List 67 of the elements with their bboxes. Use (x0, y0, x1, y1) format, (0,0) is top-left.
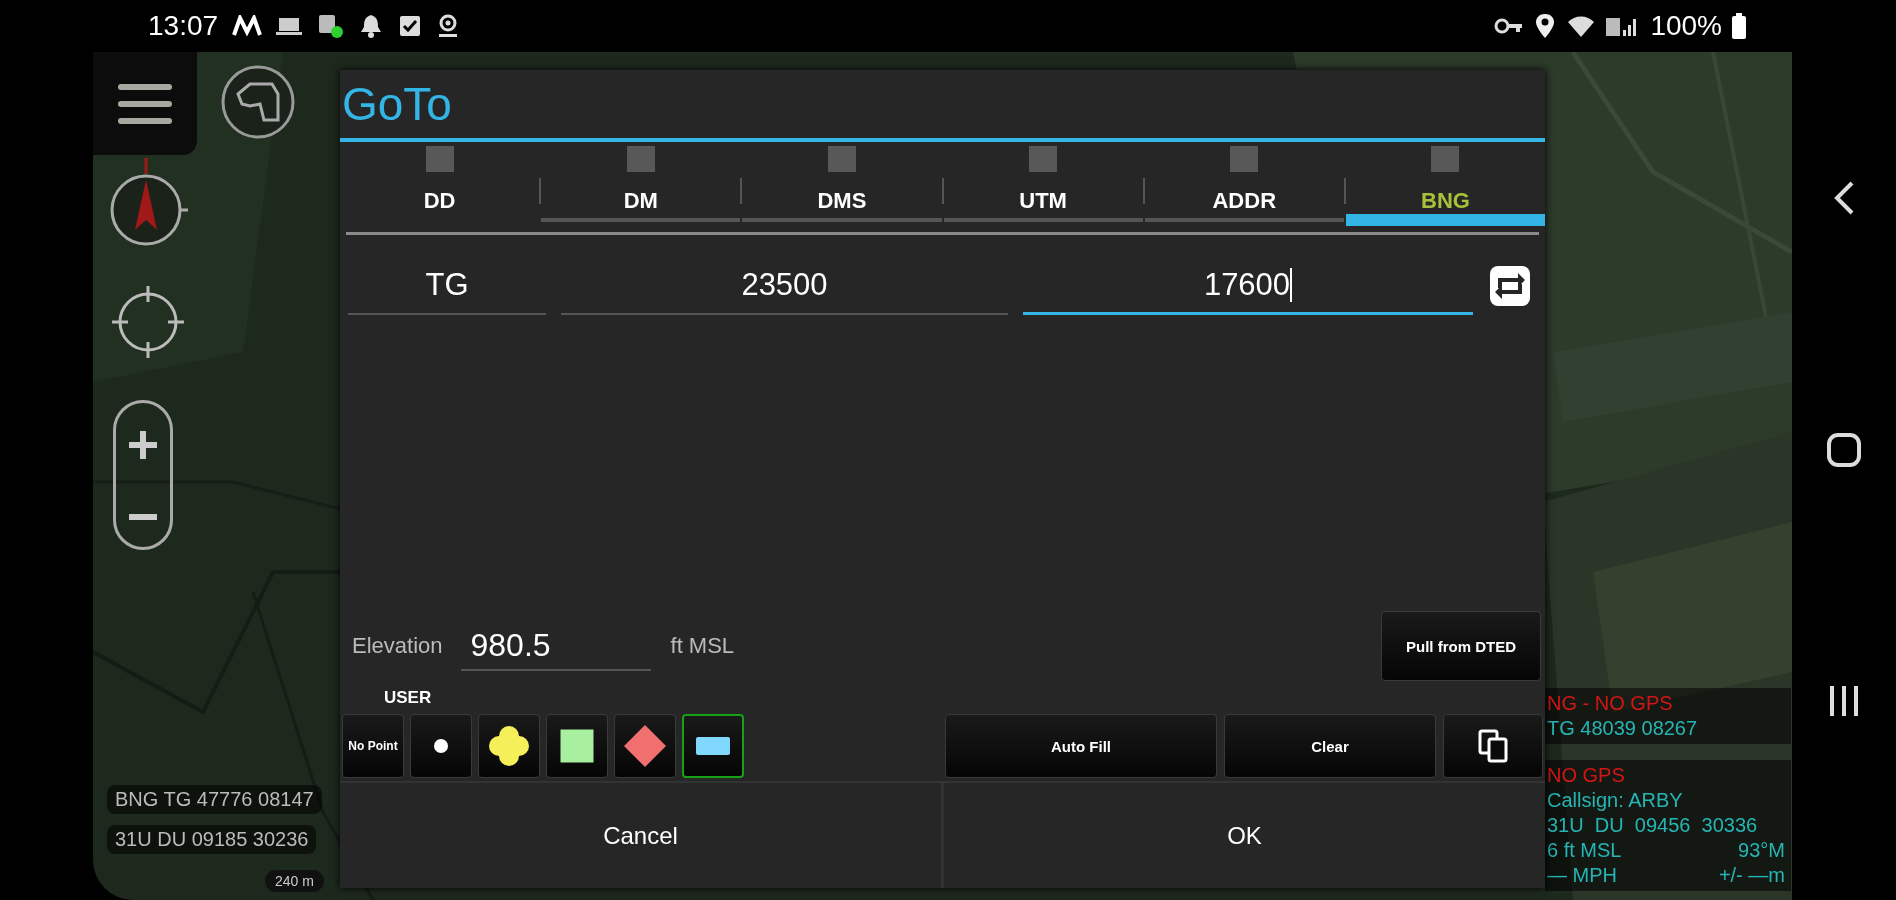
checkbox-icon (398, 14, 423, 38)
input-field[interactable]: TG (348, 257, 546, 315)
unit-label: ft MSL (670, 633, 735, 659)
grid-coordinate: TG 48039 08267 (1547, 717, 1699, 740)
location-icon (1534, 13, 1557, 39)
copy-icon (1478, 729, 1508, 763)
device-icon (316, 13, 345, 39)
marker-button[interactable] (614, 714, 676, 778)
tab[interactable]: DMS (742, 142, 942, 226)
menu-button[interactable] (93, 52, 197, 155)
marker-button[interactable] (410, 714, 472, 778)
battery-icon (1732, 13, 1746, 39)
tab[interactable]: BNG (1345, 142, 1546, 226)
marker-button[interactable] (546, 714, 608, 778)
recents-icon[interactable] (1828, 684, 1860, 718)
status-time: 13:07 (148, 10, 219, 42)
key-icon (1494, 16, 1525, 36)
gps-status: NG - NO GPS (1547, 692, 1674, 715)
group-label: USER (383, 688, 433, 709)
square-icon (1029, 146, 1058, 172)
wifi-icon (1566, 14, 1597, 38)
marker-button[interactable] (682, 714, 744, 778)
square-icon (827, 146, 856, 172)
callsign-text: Callsign: ARBY (1547, 789, 1684, 812)
tab[interactable]: ADDR (1144, 142, 1344, 226)
battery-level: 100% (1650, 10, 1722, 42)
speed-text: — MPH (1547, 864, 1617, 887)
input-field[interactable]: 17600 (1023, 257, 1473, 315)
altitude-text: 6 ft MSL (1547, 839, 1622, 862)
tab[interactable]: UTM (943, 142, 1143, 226)
copy-button[interactable] (1443, 714, 1543, 778)
scale-label: 240 m (265, 870, 324, 892)
menu-icon (118, 83, 172, 124)
marker-button[interactable]: No Point (342, 714, 404, 778)
laptop-icon (276, 15, 303, 37)
marker-button[interactable] (478, 714, 540, 778)
coordinate-readout: BNG TG 47776 08147 (107, 785, 322, 814)
zoom-out-button[interactable] (129, 513, 157, 520)
accuracy-text: +/- —m (1718, 864, 1785, 887)
tab[interactable]: DD (340, 142, 540, 226)
ok-button[interactable]: OK (944, 783, 1545, 888)
coordinate-readout: 31U DU 09185 30236 (107, 825, 317, 854)
heading-text: 93°M (1738, 839, 1785, 862)
gps-status: NO GPS (1547, 764, 1626, 787)
grid-coordinate: 31U DU 09456 30336 (1547, 814, 1759, 837)
tab[interactable]: DM (541, 142, 741, 226)
zoom-control[interactable] (113, 400, 173, 550)
crosshair-icon[interactable] (110, 284, 186, 360)
input-field[interactable]: 980.5 (460, 621, 651, 671)
field-label: Elevation (352, 633, 443, 659)
zoom-in-button[interactable] (129, 430, 157, 459)
cancel-button[interactable]: Cancel (340, 783, 941, 888)
minus-icon (129, 513, 157, 520)
swap-icon[interactable] (1488, 264, 1532, 308)
square-icon (626, 146, 655, 172)
back-icon[interactable] (1832, 180, 1856, 216)
pull-button[interactable]: Pull from DTED (1381, 611, 1541, 681)
dialog-title: GoTo (341, 77, 453, 132)
zigzag-icon (232, 15, 263, 37)
input-field[interactable]: 23500 (561, 257, 1008, 315)
clear-button[interactable]: Clear (1224, 714, 1436, 778)
square-icon (1431, 146, 1460, 172)
home-icon[interactable] (1826, 432, 1862, 468)
square-icon (425, 146, 454, 172)
square-icon (1230, 146, 1259, 172)
auto-fill-button[interactable]: Auto Fill (945, 714, 1217, 778)
plus-icon (129, 430, 157, 459)
